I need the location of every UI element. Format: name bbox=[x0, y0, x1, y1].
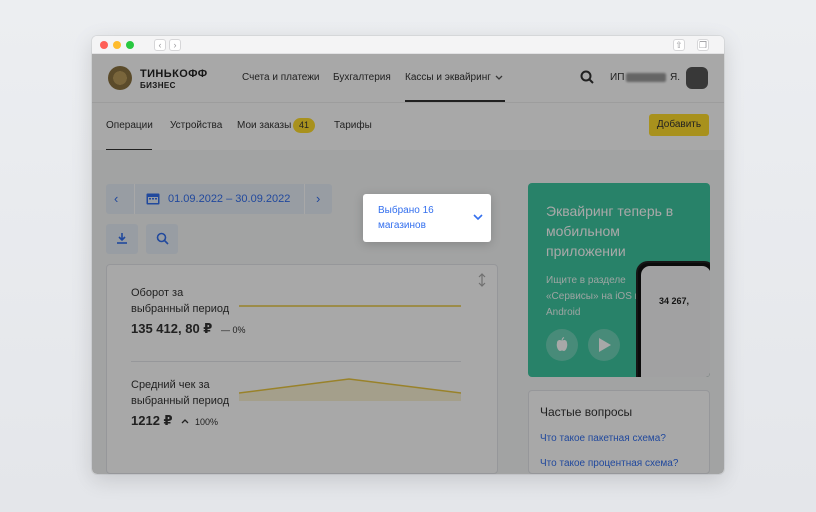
close-window-button[interactable] bbox=[100, 41, 108, 49]
share-icon[interactable]: ⇧ bbox=[673, 39, 685, 51]
tabs-icon[interactable]: ❐ bbox=[697, 39, 709, 51]
browser-back-button[interactable]: ‹ bbox=[154, 39, 166, 51]
browser-forward-button[interactable]: › bbox=[169, 39, 181, 51]
browser-window: ‹ › ⇧ ❐ ТИНЬКОФФ БИЗНЕС Счета и платежи … bbox=[92, 36, 724, 474]
minimize-window-button[interactable] bbox=[113, 41, 121, 49]
modal-overlay[interactable] bbox=[92, 54, 724, 474]
page: ТИНЬКОФФ БИЗНЕС Счета и платежи Бухгалте… bbox=[92, 54, 724, 474]
browser-titlebar: ‹ › ⇧ ❐ bbox=[92, 36, 724, 54]
store-selector[interactable]: Выбрано 16 магазинов bbox=[363, 194, 491, 242]
store-selector-label: Выбрано 16 магазинов bbox=[378, 205, 434, 231]
chevron-down-icon bbox=[473, 214, 483, 221]
maximize-window-button[interactable] bbox=[126, 41, 134, 49]
